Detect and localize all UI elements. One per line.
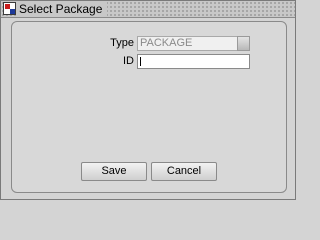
- save-button[interactable]: Save: [81, 162, 147, 181]
- id-input[interactable]: [137, 54, 250, 69]
- type-select[interactable]: PACKAGE: [137, 36, 250, 51]
- text-cursor: [140, 57, 141, 66]
- type-label: Type: [110, 37, 134, 49]
- cancel-button[interactable]: Cancel: [151, 162, 217, 181]
- title-bar[interactable]: Select Package: [1, 1, 295, 18]
- select-package-dialog: Select Package Type PACKAGE ID Save Canc…: [0, 0, 296, 200]
- type-dropdown-button[interactable]: [237, 36, 250, 51]
- id-label: ID: [123, 55, 134, 67]
- window-title: Select Package: [17, 1, 108, 17]
- app-icon: [3, 2, 16, 15]
